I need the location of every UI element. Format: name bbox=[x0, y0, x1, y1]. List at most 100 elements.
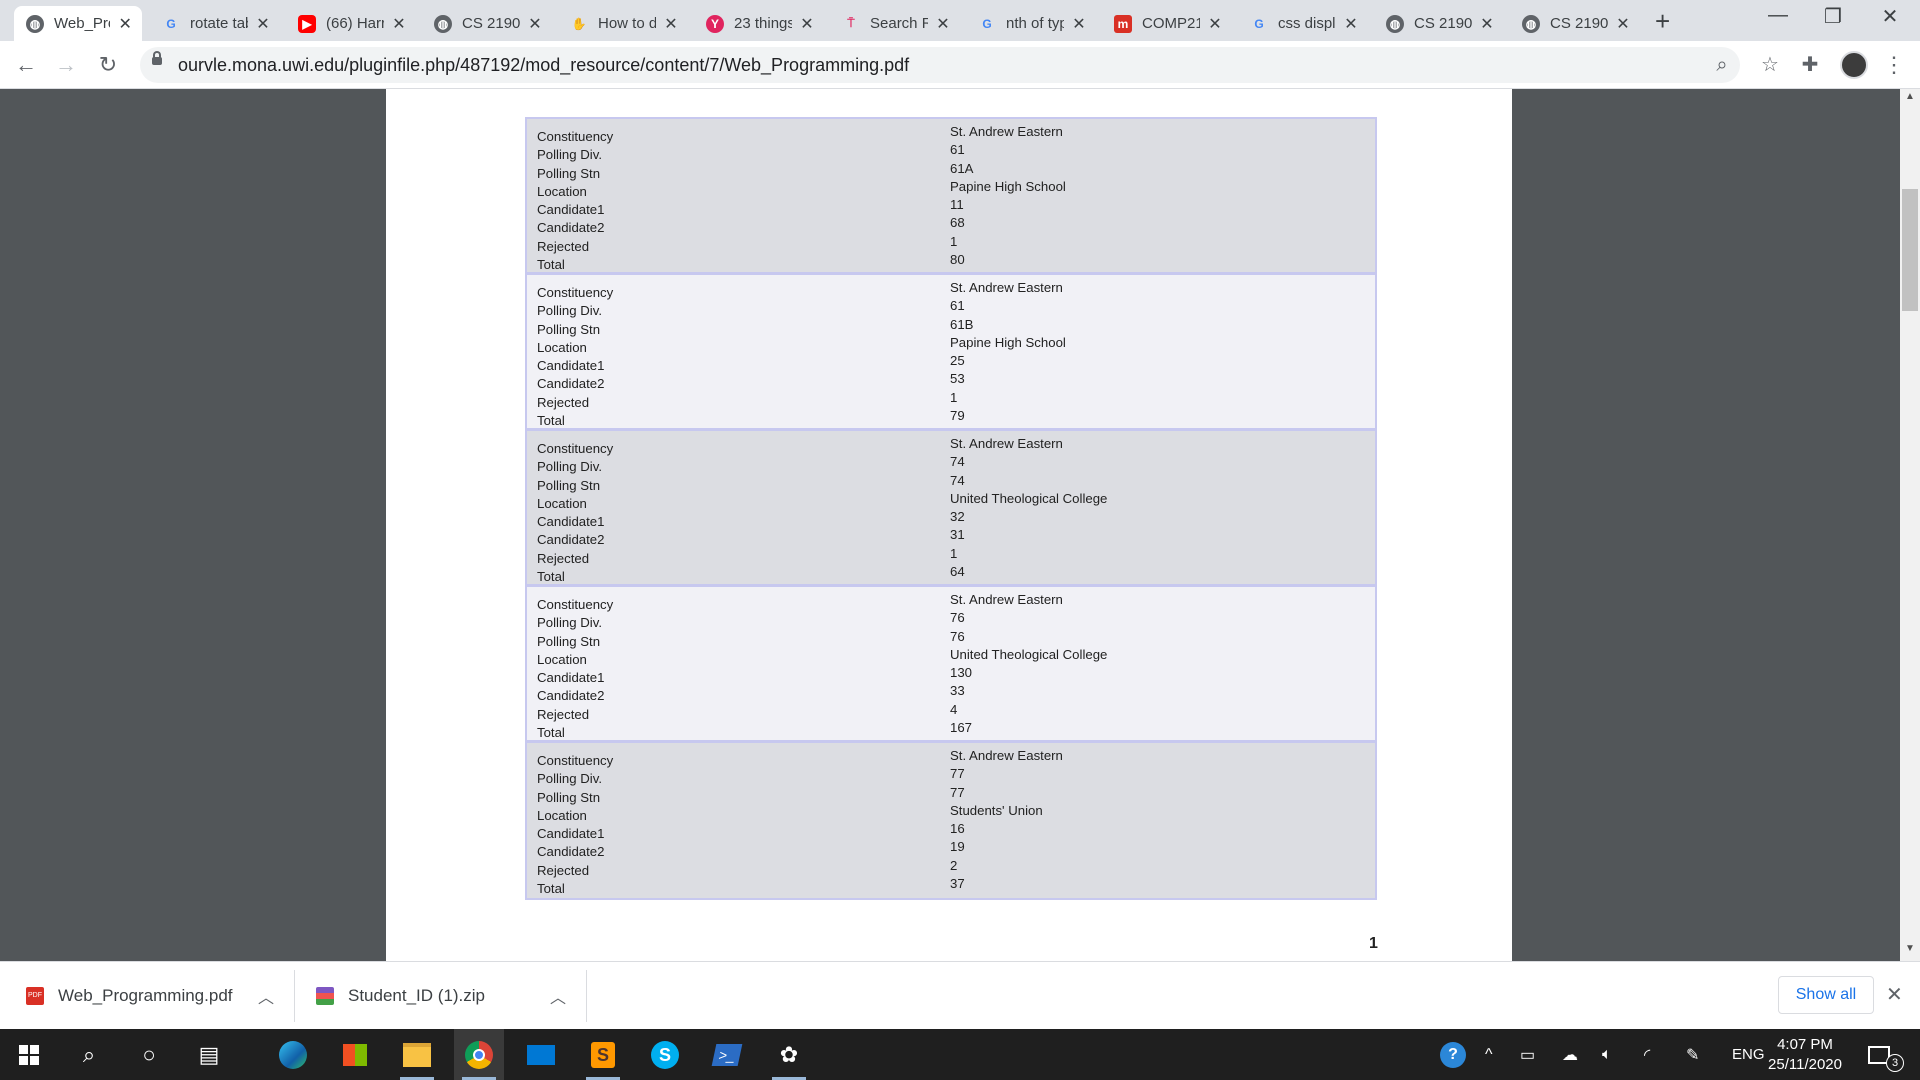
tab-title: Web_Programming.pdf bbox=[54, 15, 110, 32]
close-icon[interactable]: ✕ bbox=[1070, 14, 1088, 34]
field-labels: Constituency Polling Div. Polling Stn Locat… bbox=[537, 752, 613, 898]
url-text[interactable]: ourvle.mona.uwi.edu/pluginfile.php/48719… bbox=[178, 55, 909, 76]
close-icon[interactable]: ✕ bbox=[254, 14, 272, 34]
globe-icon: ◍ bbox=[434, 14, 452, 33]
tab-23-things[interactable]: Y 23 things ✕ bbox=[694, 6, 824, 41]
tab-comp2190[interactable]: m COMP2190 ✕ bbox=[1102, 6, 1232, 41]
scroll-up-arrow-icon[interactable]: ▲ bbox=[1900, 91, 1920, 107]
tab-css-display[interactable]: G css display ✕ bbox=[1238, 6, 1368, 41]
minimize-icon[interactable]: — bbox=[1758, 4, 1798, 27]
clock[interactable]: 4:07 PM 25/11/2020 bbox=[1765, 1035, 1845, 1075]
scrollbar-thumb[interactable] bbox=[1902, 189, 1918, 311]
skype-icon[interactable]: S bbox=[640, 1029, 690, 1080]
close-icon[interactable]: ✕ bbox=[1614, 14, 1632, 34]
teams-icon[interactable]: ✿ bbox=[764, 1029, 814, 1080]
field-label: Total bbox=[537, 881, 565, 897]
close-icon[interactable]: ✕ bbox=[934, 14, 952, 34]
field-label: Polling Div. bbox=[537, 147, 602, 163]
task-view-icon[interactable]: ▤ bbox=[184, 1029, 234, 1080]
field-value-location: Students' Union bbox=[950, 802, 1043, 818]
onedrive-cloud-icon[interactable]: ☁ bbox=[1562, 1029, 1578, 1080]
edge-browser-icon[interactable] bbox=[268, 1029, 318, 1080]
globe-icon: ◍ bbox=[1522, 14, 1540, 33]
close-icon[interactable]: ✕ bbox=[662, 14, 680, 34]
field-value-location: Papine High School bbox=[950, 178, 1066, 194]
divider bbox=[586, 970, 587, 1022]
volume-icon[interactable]: 🔈︎ bbox=[1602, 1029, 1612, 1080]
time: 4:07 PM bbox=[1777, 1036, 1833, 1053]
close-icon[interactable]: ✕ bbox=[1478, 14, 1496, 34]
close-icon[interactable]: ✕ bbox=[526, 14, 544, 34]
field-value-polling-stn: 74 bbox=[950, 472, 965, 488]
battery-icon[interactable]: ▭ bbox=[1520, 1029, 1535, 1080]
new-tab-button[interactable]: + bbox=[1655, 8, 1670, 34]
field-label: Polling Stn bbox=[537, 321, 601, 337]
field-label: Constituency bbox=[537, 285, 614, 300]
close-icon[interactable]: ✕ bbox=[390, 14, 408, 34]
tab-rotate-table[interactable]: G rotate table ✕ bbox=[150, 6, 280, 41]
tab-title: Search Results bbox=[870, 15, 928, 32]
address-bar[interactable]: ourvle.mona.uwi.edu/pluginfile.php/48719… bbox=[140, 47, 1779, 83]
field-value-polling-stn: 61A bbox=[950, 160, 974, 176]
vertical-scrollbar[interactable]: ▲ ▼ bbox=[1900, 89, 1920, 961]
download-item-pdf[interactable]: PDF Web_Programming.pdf bbox=[26, 962, 233, 1029]
show-all-button[interactable]: Show all bbox=[1778, 976, 1874, 1014]
tab-cs2190-c[interactable]: ◍ CS 2190 ✕ bbox=[1510, 6, 1640, 41]
mail-icon[interactable] bbox=[516, 1029, 566, 1080]
help-icon[interactable]: ? bbox=[1440, 1029, 1466, 1080]
close-icon[interactable]: ✕ bbox=[1206, 14, 1224, 34]
tab-cs2190-a[interactable]: ◍ CS 2190 ✕ bbox=[422, 6, 552, 41]
field-label: Rejected bbox=[537, 862, 590, 878]
chevron-up-icon[interactable]: ︿ bbox=[550, 984, 566, 1008]
pen-icon[interactable]: ✎ bbox=[1686, 1029, 1699, 1080]
window-close-icon[interactable]: ✕ bbox=[1870, 4, 1910, 29]
field-label: Candidate1 bbox=[537, 670, 605, 686]
tab-title: (66) Harry bbox=[326, 15, 384, 32]
extensions-puzzle-icon[interactable]: ✚ bbox=[1796, 51, 1824, 79]
menu-kebab-icon[interactable]: ⋮ bbox=[1880, 51, 1908, 79]
close-icon[interactable]: ✕ bbox=[798, 14, 816, 34]
file-explorer-icon[interactable] bbox=[392, 1029, 442, 1080]
globe-icon: ◍ bbox=[1386, 14, 1404, 33]
download-item-zip[interactable]: Student_ID (1).zip bbox=[316, 962, 485, 1029]
tab-title: nth of type bbox=[1006, 15, 1064, 32]
wifi-icon[interactable]: ◜ bbox=[1644, 1029, 1650, 1080]
close-icon[interactable]: ✕ bbox=[116, 14, 134, 34]
search-icon[interactable]: ⌕ bbox=[64, 1029, 114, 1080]
tab-cs2190-b[interactable]: ◍ CS 2190 ✕ bbox=[1374, 6, 1504, 41]
tab-title: css display bbox=[1278, 15, 1336, 32]
globe-icon: ◍ bbox=[26, 14, 44, 33]
zoom-icon[interactable]: ⌕ bbox=[1708, 51, 1736, 79]
chevron-up-icon[interactable]: ︿ bbox=[258, 984, 274, 1008]
store-icon[interactable] bbox=[330, 1029, 380, 1080]
restore-icon[interactable]: ❐ bbox=[1813, 4, 1853, 29]
table-record: Constituency Polling Div. Polling Stn Locat… bbox=[527, 431, 1375, 587]
language-indicator[interactable]: ENG bbox=[1732, 1029, 1765, 1080]
chevron-up-icon[interactable]: ^ bbox=[1485, 1029, 1493, 1080]
sublime-text-icon[interactable]: S bbox=[578, 1029, 628, 1080]
windows-start-icon[interactable] bbox=[4, 1029, 54, 1080]
close-icon[interactable]: ✕ bbox=[1342, 14, 1360, 34]
powershell-icon[interactable]: >_ bbox=[702, 1029, 752, 1080]
close-shelf-icon[interactable]: ✕ bbox=[1886, 982, 1903, 1007]
bookmark-star-icon[interactable]: ☆ bbox=[1756, 51, 1784, 79]
tab-search-results[interactable]: ⍑ Search Results ✕ bbox=[830, 6, 960, 41]
field-labels: Constituency Polling Div. Polling Stn Locat… bbox=[537, 440, 613, 586]
tab-nth-of-type[interactable]: G nth of type ✕ bbox=[966, 6, 1096, 41]
notification-icon[interactable]: 3 bbox=[1868, 1029, 1904, 1080]
field-label: Polling Div. bbox=[537, 303, 602, 319]
forward-arrow-icon[interactable]: → bbox=[52, 51, 80, 79]
field-label: Rejected bbox=[537, 238, 590, 254]
profile-avatar[interactable] bbox=[1840, 51, 1868, 79]
reload-icon[interactable]: ↻ bbox=[94, 51, 122, 79]
tab-web-programming-pdf[interactable]: ◍ Web_Programming.pdf ✕ bbox=[14, 6, 142, 41]
tab-youtube[interactable]: ▶ (66) Harry ✕ bbox=[286, 6, 416, 41]
back-arrow-icon[interactable]: ← bbox=[12, 51, 40, 79]
tab-how-to[interactable]: ✋ How to do ✕ bbox=[558, 6, 688, 41]
cortana-icon[interactable]: ○ bbox=[124, 1029, 174, 1080]
field-label: Polling Stn bbox=[537, 477, 601, 493]
scroll-down-arrow-icon[interactable]: ▼ bbox=[1900, 943, 1920, 959]
download-filename: Student_ID (1).zip bbox=[348, 985, 486, 1005]
chrome-icon[interactable] bbox=[454, 1029, 504, 1080]
field-value-constituency: St. Andrew Eastern bbox=[950, 748, 1063, 763]
